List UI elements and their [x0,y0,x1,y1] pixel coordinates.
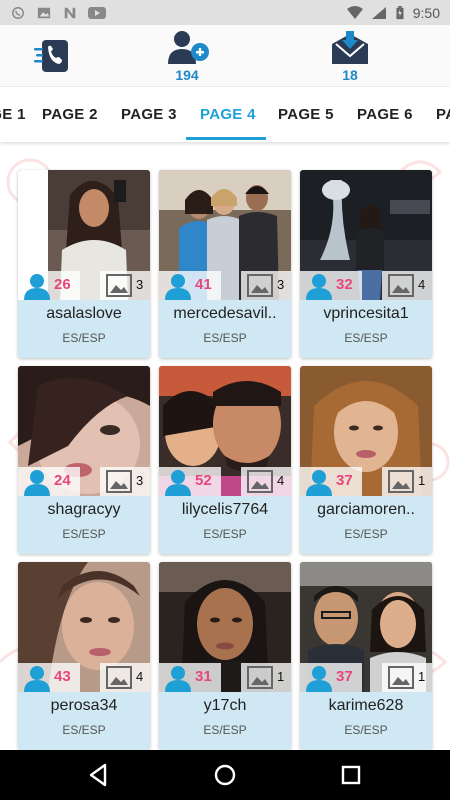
country-code: ES/ESP [62,527,106,541]
calls-button[interactable] [28,25,78,87]
phone-icon [34,40,68,72]
add-user-icon [168,30,209,64]
status-time: 9:50 [412,4,440,21]
age-label: 37 [336,668,353,685]
photo-count: 1 [277,669,285,684]
photo-count: 3 [136,473,144,488]
country-code: ES/ESP [203,723,247,737]
friend-requests-count: 194 [175,66,199,83]
profile-card[interactable]: 37 1 garciamoren.. ES/ESP [300,366,432,554]
profile-card[interactable]: 32 4 vprincesita1 ES/ESP [300,170,432,358]
profile-card[interactable]: 37 1 karime628 ES/ESP [300,562,432,750]
profile-card[interactable]: 43 4 perosa34 ES/ESP [18,562,150,750]
age-label: 43 [54,668,71,685]
recents-icon[interactable] [336,760,366,790]
username: garciamoren.. [317,501,415,518]
tab-page-2[interactable]: PAGE 2 [42,87,98,142]
country-code: ES/ESP [344,527,388,541]
username: perosa34 [50,697,118,714]
photo-count: 1 [418,473,426,488]
age-label: 32 [336,276,353,293]
photos-icon [247,274,273,297]
age-label: 41 [195,276,212,293]
back-icon[interactable] [83,760,113,790]
age-label: 31 [195,668,212,685]
username: mercedesavil.. [173,305,277,322]
user-icon [24,470,50,496]
photos-icon [388,470,414,493]
photos-icon [388,666,414,689]
username: y17ch [203,697,247,714]
photo-count: 1 [418,669,426,684]
photo-count: 4 [418,277,426,292]
page-tabs: PAGE 1 PAGE 2 PAGE 3 PAGE 4 PAGE 5 PAGE … [0,87,450,142]
photo-count: 4 [136,669,144,684]
messages-count: 18 [342,66,358,83]
age-label: 37 [336,472,353,489]
tab-page-7[interactable]: PAGE 7 [436,87,450,142]
tab-page-6[interactable]: PAGE 6 [357,87,413,142]
photos-icon [247,666,273,689]
image-icon [37,7,51,18]
country-code: ES/ESP [344,723,388,737]
photos-icon [106,470,132,493]
user-icon [24,274,50,300]
user-icon [306,470,332,496]
photos-icon [388,274,414,297]
photos-icon [106,274,132,297]
home-icon[interactable] [210,760,240,790]
user-icon [165,274,191,300]
profile-grid: 26 3 asalaslove ES/ESP 41 3 mercedesavil… [0,142,450,750]
username: lilycelis7764 [181,501,269,518]
tab-page-4[interactable]: PAGE 4 [200,87,256,142]
photos-icon [247,470,273,493]
profile-card[interactable]: 52 4 lilycelis7764 ES/ESP [159,366,291,554]
username: karime628 [328,697,404,714]
age-label: 52 [195,472,212,489]
photo-count: 3 [277,277,285,292]
country-code: ES/ESP [203,527,247,541]
age-label: 24 [54,472,71,489]
tab-page-3[interactable]: PAGE 3 [121,87,177,142]
signal-icon [371,6,386,19]
tab-page-1[interactable]: PAGE 1 [0,87,26,142]
photo-count: 3 [136,277,144,292]
user-icon [306,274,332,300]
profile-card[interactable]: 31 1 y17ch ES/ESP [159,562,291,750]
user-icon [165,666,191,692]
username: vprincesita1 [323,305,409,322]
user-icon [165,470,191,496]
status-bar: 9:50 [0,0,450,25]
friend-requests-button[interactable]: 194 [157,25,217,87]
country-code: ES/ESP [62,723,106,737]
photos-icon [106,666,132,689]
user-icon [24,666,50,692]
profile-card[interactable]: 26 3 asalaslove ES/ESP [18,170,150,358]
user-icon [306,666,332,692]
battery-icon [396,5,404,19]
n-icon [64,7,76,18]
country-code: ES/ESP [344,331,388,345]
active-tab-indicator [186,137,266,140]
top-toolbar: 194 18 [0,25,450,87]
viber-icon [12,6,24,19]
username: asalaslove [46,305,122,322]
username: shagracyy [47,501,121,518]
profile-card[interactable]: 24 3 shagracyy ES/ESP [18,366,150,554]
country-code: ES/ESP [203,331,247,345]
inbox-icon [332,30,368,64]
wifi-icon [346,5,363,19]
age-label: 26 [54,276,71,293]
youtube-icon [88,6,106,19]
profile-card[interactable]: 41 3 mercedesavil.. ES/ESP [159,170,291,358]
system-nav-bar [0,750,450,800]
tab-page-5[interactable]: PAGE 5 [278,87,334,142]
messages-button[interactable]: 18 [322,25,378,87]
country-code: ES/ESP [62,331,106,345]
photo-count: 4 [277,473,285,488]
notification-icons [10,6,106,20]
